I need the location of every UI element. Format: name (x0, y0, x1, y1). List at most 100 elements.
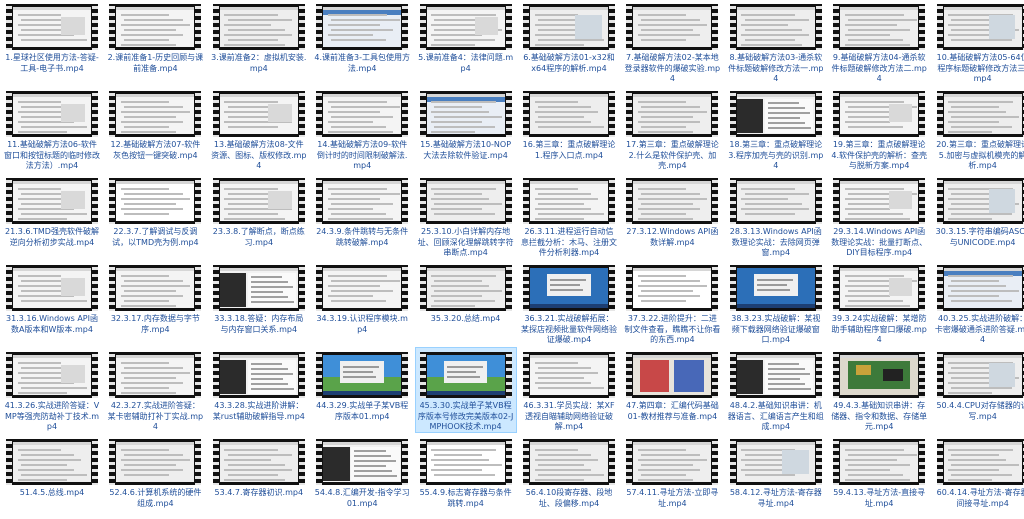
file-tile[interactable]: 28.3.13.Windows API函数理论实战：去除网页弹窗.mp4 (726, 174, 826, 258)
file-tile[interactable]: 21.3.6.TMD强壳软件破解逆向分析初步实战.mp4 (2, 174, 102, 258)
thumb-text-line (224, 449, 279, 451)
file-tile[interactable]: 3.课前准备2：虚拟机安装.mp4 (209, 0, 309, 84)
thumb-text-line (550, 284, 580, 286)
file-tile[interactable]: 27.3.12.Windows API函数详解.mp4 (622, 174, 722, 258)
thumb-titlebar (323, 442, 402, 445)
film-sprockets-left (833, 439, 840, 485)
thumb-titlebar (219, 7, 298, 10)
file-tile[interactable]: 23.3.8.了解断点，断点练习.mp4 (209, 174, 309, 258)
file-tile[interactable]: 13.基础破解方法08-文件资源、图标、版权修改.mp4 (209, 87, 309, 171)
file-tile[interactable]: 25.3.10.小白详解内存地址、回顾深化理解跳转字符串断点.mp4 (416, 174, 516, 258)
thumb-titlebar (116, 268, 195, 271)
file-tile[interactable]: 34.3.19.认识程序模块.mp4 (312, 261, 412, 345)
thumbnail-frame (323, 7, 402, 47)
file-tile[interactable]: 51.4.5.总线.mp4 (2, 435, 102, 519)
file-tile[interactable]: 9.基础破解方法04-通杀软件标题破解修改方法二.mp4 (829, 0, 929, 84)
thumb-text-line (431, 131, 475, 133)
file-tile[interactable]: 29.3.14.Windows API函数理论实战：批量打断点、DIY目标程序.… (829, 174, 929, 258)
file-tile[interactable]: 50.4.4.CPU对存储器的读写.mp4 (933, 348, 1024, 432)
file-tile[interactable]: 60.4.14.寻址方法-寄存器间接寻址.mp4 (933, 435, 1024, 519)
thumb-text-line (948, 479, 992, 481)
file-tile[interactable]: 37.3.22.进阶提升：二进制文件查看，瞧瞧不让你看的东西.mp4 (622, 261, 722, 345)
file-tile[interactable]: 35.3.20.总结.mp4 (416, 261, 516, 345)
file-tile[interactable]: 18.第三章：重点破解理论3.程序加壳与壳的识别.mp4 (726, 87, 826, 171)
file-tile[interactable]: 22.3.7.了解调试与反调试，以TMD壳为例.mp4 (105, 174, 205, 258)
file-tile[interactable]: 45.3.30.实战单子某VB程序版本号修改完美版本02-JMPHOOK技术.m… (414, 347, 517, 433)
thumb-text-line (638, 14, 687, 16)
thumb-text-line (124, 464, 176, 466)
file-tile[interactable]: 6.基础破解方法01-x32和x64程序的解析.mp4 (519, 0, 619, 84)
file-tile[interactable]: 36.3.21.实战破解拓展：某探店视频批量软件网络验证爆破.mp4 (519, 261, 619, 345)
file-tile[interactable]: 55.4.9.标志寄存器与条件跳转.mp4 (416, 435, 516, 519)
file-tile[interactable]: 15.基础破解方法10-NOP大法去除软件验证.mp4 (416, 87, 516, 171)
file-tile[interactable]: 2.课前准备1-历史回顾与课前准备.mp4 (105, 0, 205, 84)
file-tile[interactable]: 47.第四章：汇编代码基础01-教材推荐与准备.mp4 (622, 348, 722, 432)
file-tile[interactable]: 8.基础破解方法03-通杀软件标题破解修改方法一.mp4 (726, 0, 826, 84)
file-tile[interactable]: 5.课前准备4：法律问题.mp4 (416, 0, 516, 84)
file-tile[interactable]: 56.4.10段寄存器、段地址、段偏移.mp4 (519, 435, 619, 519)
video-thumbnail (936, 265, 1024, 311)
thumb-text-line (638, 275, 687, 277)
file-tile[interactable]: 42.3.27.实战进阶答疑：某卡密辅助打补丁实战.mp4 (105, 348, 205, 432)
file-tile[interactable]: 33.3.18.答疑：内存布局与内存窗口关系.mp4 (209, 261, 309, 345)
video-thumbnail (626, 91, 719, 137)
file-tile[interactable]: 17.第三章：重点破解理论2.什么是软件保护壳、加壳.mp4 (622, 87, 722, 171)
file-tile[interactable]: 40.3.25.实战进阶破解：卡密爆破通杀进阶答疑.mp4 (933, 261, 1024, 345)
file-tile[interactable]: 54.4.8.汇编开发-指令学习01.mp4 (312, 435, 412, 519)
thumb-titlebar (116, 94, 195, 97)
file-tile[interactable]: 46.3.31.学员实战：某XF透视自瞄辅助网络验证破解.mp4 (519, 348, 619, 432)
thumb-text-line (434, 39, 496, 41)
file-tile[interactable]: 26.3.11.进程运行自动信息拦截分析：木马、注册文件分析利器.mp4 (519, 174, 619, 258)
file-tile[interactable]: 38.3.23.实战破解：某视频下载器网络验证爆破窗口.mp4 (726, 261, 826, 345)
file-tile[interactable]: 59.4.13.寻址方法-直接寻址.mp4 (829, 435, 929, 519)
thumb-panel (673, 360, 704, 392)
thumb-text-line (844, 305, 911, 307)
film-sprockets-left (626, 91, 633, 137)
file-tile[interactable]: 30.3.15.字符串编码ASCII与UNICODE.mp4 (933, 174, 1024, 258)
file-tile[interactable]: 24.3.9.条件跳转与无条件跳转破解.mp4 (312, 174, 412, 258)
file-tile[interactable]: 58.4.12.寻址方法-寄存器寻址.mp4 (726, 435, 826, 519)
file-tile[interactable]: 4.课前准备3-工具包使用方法.mp4 (312, 0, 412, 84)
file-name-label: 35.3.20.总结.mp4 (430, 314, 501, 323)
file-tile[interactable]: 43.3.28.实战进阶讲解：某rust辅助破解指导.mp4 (209, 348, 309, 432)
file-tile[interactable]: 20.第三章：重点破解理论5.加密与虚拟机模壳的解析.mp4 (933, 87, 1024, 171)
file-tile[interactable]: 32.3.17.内存数据与字节序.mp4 (105, 261, 205, 345)
file-tile[interactable]: 41.3.26.实战进阶答疑：VMP等强壳防劫补丁技术.mp4 (2, 348, 102, 432)
file-tile[interactable]: 19.第三章：重点破解理论4.软件保护壳的解析：查壳与脱新方案.mp4 (829, 87, 929, 171)
file-tile[interactable]: 1.星球社区使用方法-答疑-工具-电子书.mp4 (2, 0, 102, 84)
thumb-text-line (330, 39, 387, 41)
thumb-panel (575, 15, 602, 39)
thumb-panel (219, 273, 247, 307)
file-tile[interactable]: 39.3.24实战破解：某增防助手辅助程序窗口爆破.mp4 (829, 261, 929, 345)
file-tile[interactable]: 57.4.11.寻址方法-立即寻址.mp4 (622, 435, 722, 519)
thumbnail-frame (219, 7, 298, 47)
thumb-text-line (948, 275, 1013, 277)
thumb-text-line (250, 286, 294, 288)
file-tile[interactable]: 14.基础破解方法09-软件倒计时的时间限制破解法.mp4 (312, 87, 412, 171)
video-thumbnail (316, 265, 409, 311)
thumb-text-line (17, 218, 67, 220)
file-tile[interactable]: 12.基础破解方法07-软件灰色按钮一键突破.mp4 (105, 87, 205, 171)
thumb-text-line (844, 275, 905, 277)
thumb-text-line (948, 101, 1013, 103)
file-tile[interactable]: 52.4.6.计算机系统的硬件组成.mp4 (105, 435, 205, 519)
file-tile[interactable]: 53.4.7.寄存器初识.mp4 (209, 435, 309, 519)
file-tile[interactable]: 49.4.3.基础知识串讲：存储器、指令和数据、存储单元.mp4 (829, 348, 929, 432)
film-sprockets-right (712, 178, 719, 224)
file-tile[interactable]: 31.3.16.Windows API函数A版本和W版本.mp4 (2, 261, 102, 345)
file-tile[interactable]: 44.3.29.实战单子某VB程序版本01.mp4 (312, 348, 412, 432)
file-tile[interactable]: 11.基础破解方法06-软件窗口和按钮标题的临时修改法方法）.mp4 (2, 87, 102, 171)
thumb-text-line (847, 29, 911, 31)
film-sprockets-right (402, 91, 409, 137)
thumbnail-frame (943, 442, 1022, 482)
file-tile[interactable]: 16.第三章：重点破解理论1.程序入口点.mp4 (519, 87, 619, 171)
thumb-text-line (434, 116, 503, 118)
file-tile[interactable]: 48.4.2.基础知识串讲：机器语言、汇编语言产生和组成.mp4 (726, 348, 826, 432)
file-tile[interactable]: 7.基础破解方法02-某本地登录器软件的爆破实验.mp4 (622, 0, 722, 84)
thumb-text-line (638, 188, 687, 190)
file-tile[interactable]: 10.基础破解方法05-64位程序标题破解修改方法三.mp4 (933, 0, 1024, 84)
thumb-text-line (847, 126, 904, 128)
film-sprockets-left (109, 4, 116, 50)
thumb-panel (530, 304, 608, 308)
file-grid: 1.星球社区使用方法-答疑-工具-电子书.mp4 2.课前准备1-历史回顾与课前准… (0, 0, 1024, 508)
